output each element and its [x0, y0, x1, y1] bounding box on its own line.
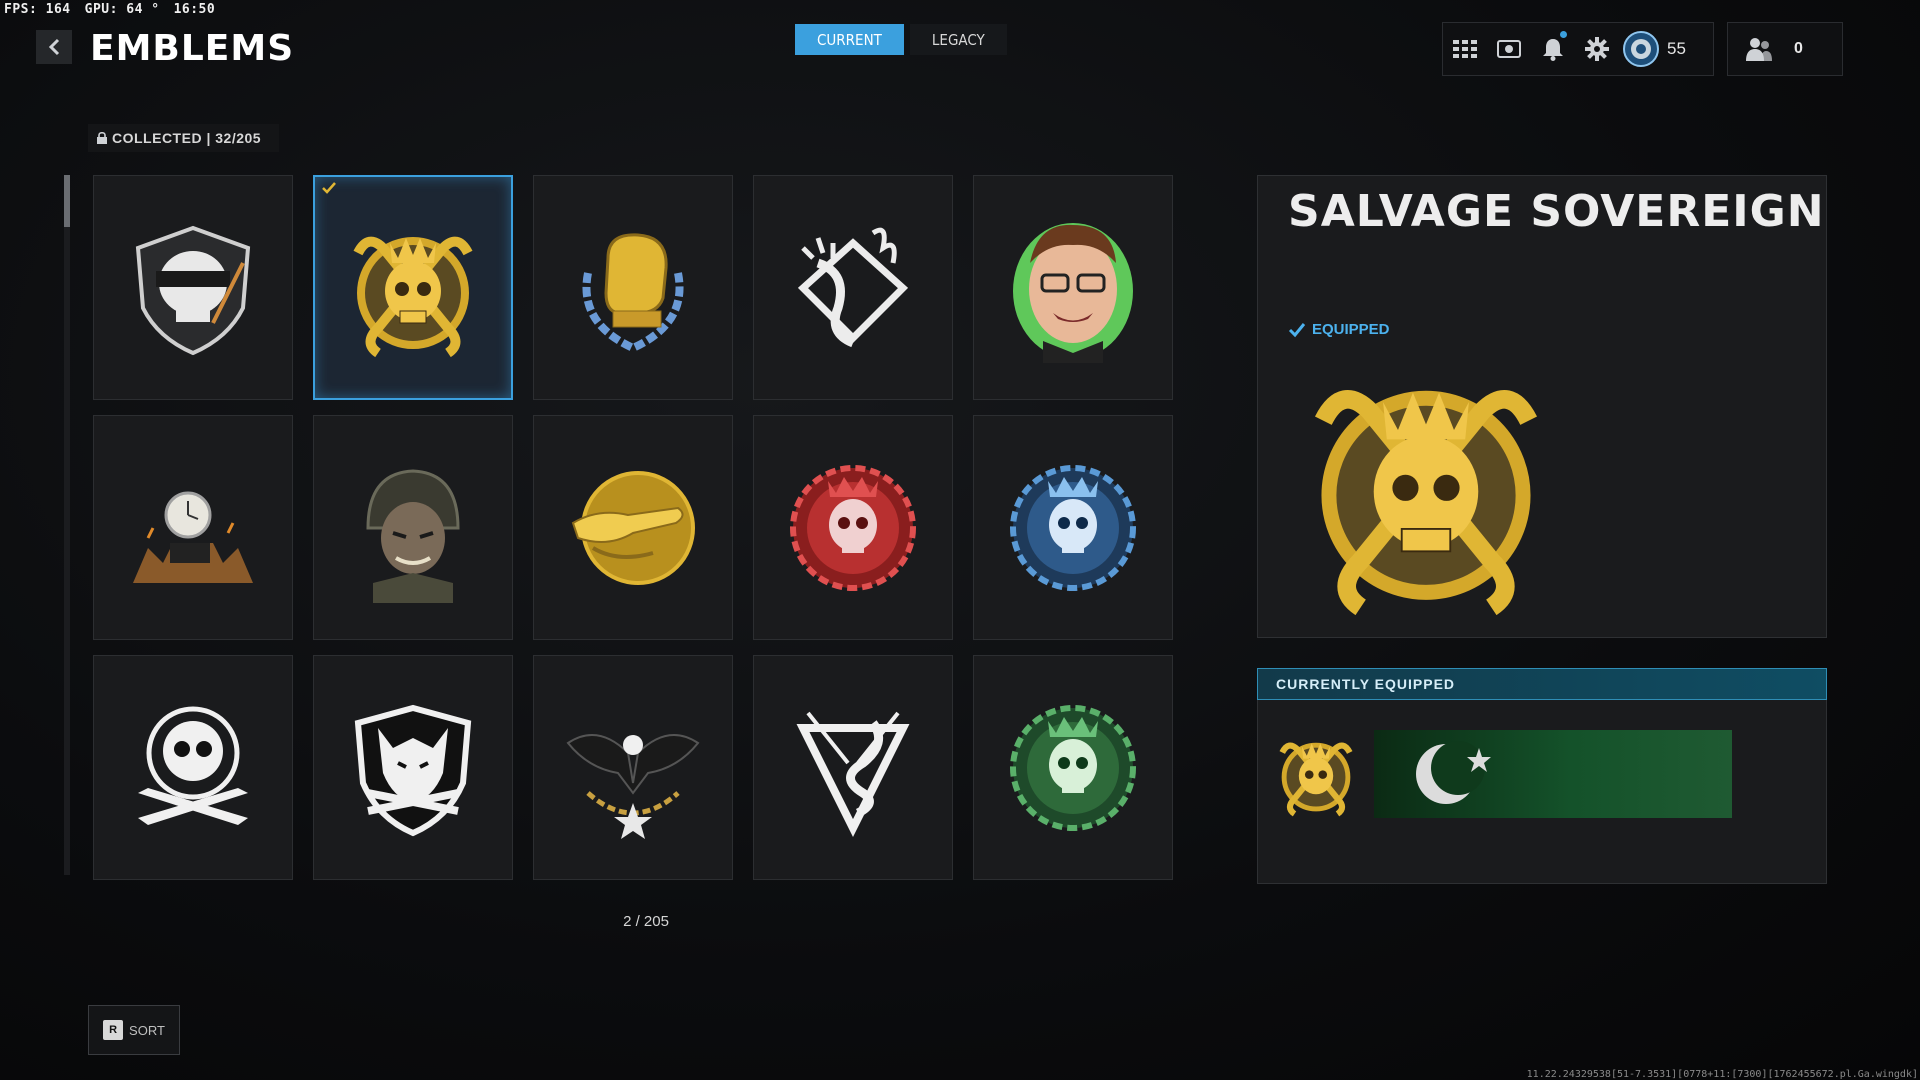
tab-current[interactable]: CURRENT	[795, 24, 904, 55]
currently-equipped-header: CURRENTLY EQUIPPED	[1257, 668, 1827, 700]
emblem-grid	[93, 175, 1173, 880]
notification-dot	[1560, 31, 1567, 38]
collected-counter: COLLECTED | 32/205	[88, 124, 280, 152]
page-counter: 2 / 205	[623, 913, 669, 930]
chevron-left-icon	[48, 38, 60, 56]
emblem-tile[interactable]	[93, 415, 293, 640]
equipped-badge: EQUIPPED	[1288, 321, 1390, 338]
eagle-star-emblem	[566, 733, 700, 839]
emblem-tile[interactable]	[313, 415, 513, 640]
emblem-tile[interactable]	[93, 655, 293, 880]
lock-icon	[97, 132, 107, 144]
tab-bar: CURRENT LEGACY	[795, 24, 1007, 55]
notifications-button[interactable]	[1531, 23, 1575, 75]
emblem-tile[interactable]	[93, 175, 293, 400]
skull-bullets-emblem	[138, 706, 248, 825]
apps-grid-button[interactable]	[1443, 23, 1487, 75]
sort-button[interactable]: R SORT	[88, 1005, 180, 1055]
sort-label: SORT	[129, 1022, 165, 1038]
salvage-sovereign-large-emblem	[1314, 390, 1538, 616]
checkmark-icon	[322, 182, 336, 194]
friends-count: 0	[1794, 40, 1803, 57]
settings-button[interactable]	[1575, 23, 1619, 75]
media-button[interactable]	[1487, 23, 1531, 75]
performance-overlay: FPS: 164 GPU: 64 ° 16:50	[4, 2, 229, 17]
page-title: EMBLEMS	[90, 28, 295, 69]
snake-arrows-emblem	[796, 711, 910, 837]
emblem-tile[interactable]	[973, 175, 1173, 400]
apps-grid-icon	[1453, 40, 1477, 58]
gpu-readout: GPU: 64 °	[84, 2, 160, 17]
emblem-tile[interactable]	[753, 655, 953, 880]
emblem-tile[interactable]	[753, 175, 953, 400]
back-button[interactable]	[36, 30, 72, 64]
top-status-bar: 55	[1442, 22, 1714, 76]
clock-tower-emblem	[133, 491, 253, 583]
grid-scrollbar[interactable]	[64, 175, 70, 875]
equipped-calling-card	[1374, 730, 1732, 818]
salvage-sovereign-emblem	[353, 236, 473, 357]
emblem-detail-panel: SALVAGE SOVEREIGN EQUIPPED	[1257, 175, 1827, 638]
emblem-name: SALVAGE SOVEREIGN	[1288, 186, 1825, 237]
clock-readout: 16:50	[173, 2, 216, 17]
sort-key-hint: R	[103, 1020, 124, 1040]
player-level: 55	[1667, 39, 1686, 58]
emblem-tile-selected[interactable]	[313, 175, 513, 400]
emblem-tile[interactable]	[533, 415, 733, 640]
gold-alligator-emblem	[571, 470, 695, 585]
wolf-shield-emblem	[354, 704, 472, 836]
tab-legacy[interactable]: LEGACY	[909, 24, 1007, 55]
media-icon	[1497, 40, 1521, 58]
cartoon-face-emblem	[1013, 222, 1133, 363]
emblem-tile[interactable]	[313, 655, 513, 880]
gear-icon	[1585, 37, 1609, 61]
red-skull-gear-emblem	[790, 464, 916, 591]
boxing-glove-emblem	[582, 232, 684, 352]
emblem-tile[interactable]	[753, 415, 953, 640]
equipped-label: EQUIPPED	[1312, 321, 1390, 338]
currently-equipped-panel	[1257, 700, 1827, 884]
friends-icon	[1746, 38, 1772, 61]
emblem-tile[interactable]	[533, 175, 733, 400]
emblem-tile[interactable]	[533, 655, 733, 880]
soldier-helmet-emblem	[366, 468, 460, 603]
fps-readout: FPS: 164	[4, 2, 71, 17]
emblem-tile[interactable]	[973, 415, 1173, 640]
collected-label: COLLECTED | 32/205	[112, 130, 262, 146]
scrollbar-thumb[interactable]	[64, 175, 70, 227]
equipped-emblem-thumbnail	[1279, 742, 1353, 817]
checkmark-icon	[1288, 322, 1306, 337]
blue-skull-gear-emblem	[1010, 464, 1136, 591]
masked-skull-emblem	[135, 225, 251, 355]
player-rank-button[interactable]	[1619, 23, 1663, 75]
friends-button[interactable]: 0	[1727, 22, 1843, 76]
build-info: 11.22.24329538[51-7.3531][0778+11:[7300]…	[1526, 1069, 1918, 1080]
green-skull-gear-emblem	[1010, 704, 1136, 831]
rank-badge-icon	[1623, 31, 1659, 67]
emblem-tile[interactable]	[973, 655, 1173, 880]
flaming-claw-emblem	[797, 227, 909, 347]
bell-icon	[1543, 39, 1563, 61]
